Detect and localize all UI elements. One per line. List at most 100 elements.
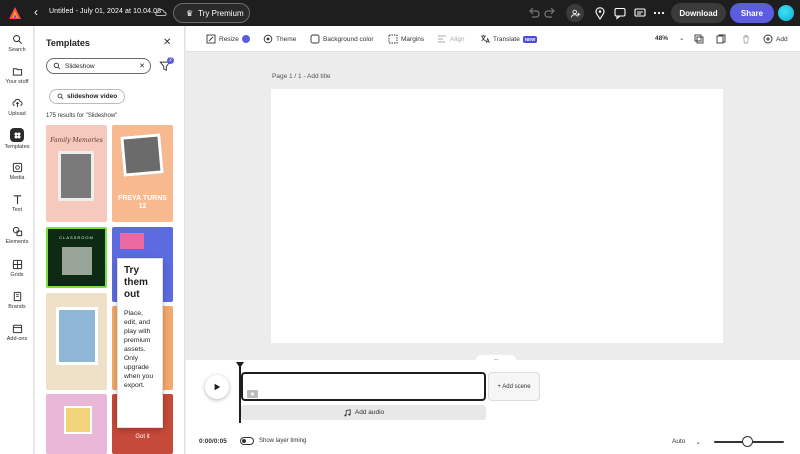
rail-label-elements: Elements bbox=[5, 239, 29, 245]
add-audio-label: Add audio bbox=[354, 409, 385, 416]
resize-label: Resize bbox=[219, 35, 239, 43]
resize-button[interactable]: Resize bbox=[206, 34, 250, 44]
templates-icon bbox=[14, 132, 20, 138]
grids-icon bbox=[12, 259, 22, 270]
template-thumb[interactable]: FREYA TURNS 12 bbox=[112, 125, 173, 222]
music-note-icon bbox=[344, 408, 351, 416]
filter-count-badge: 2 bbox=[167, 57, 174, 64]
duplicate-icon[interactable] bbox=[716, 34, 726, 44]
align-label: Align bbox=[450, 35, 465, 43]
clear-search-icon[interactable]: ✕ bbox=[139, 62, 145, 70]
theme-label: Theme bbox=[276, 35, 297, 43]
rail-label-grids: Grids bbox=[10, 272, 24, 278]
rail-item-media[interactable]: Media bbox=[0, 162, 34, 181]
more-options-icon[interactable] bbox=[652, 6, 666, 20]
classroom-photo bbox=[62, 247, 92, 275]
document-title[interactable]: Untitled - July 01, 2024 at 10.04.08 bbox=[49, 8, 161, 15]
location-pin-icon[interactable] bbox=[593, 6, 607, 21]
new-badge: NEW bbox=[522, 35, 538, 43]
translate-label: Translate bbox=[493, 35, 520, 43]
scene-clip[interactable]: ▣ bbox=[241, 372, 486, 401]
show-layer-timing-label: Show layer timing bbox=[259, 438, 307, 444]
crown-icon: ♛ bbox=[186, 8, 194, 18]
template-thumb[interactable]: CLASSROOM bbox=[46, 227, 107, 288]
zoom-auto-select[interactable]: Auto ⌄ bbox=[672, 438, 701, 446]
media-icon bbox=[12, 162, 22, 173]
plus-circle-icon bbox=[763, 34, 773, 44]
zoom-select[interactable]: 48% ⌄ bbox=[655, 34, 684, 43]
tooltip-title: Try them out bbox=[124, 265, 148, 300]
tooltip-body: Place, edit, and play with premium asset… bbox=[124, 310, 154, 389]
rail-item-your-stuff[interactable]: Your stuff bbox=[0, 66, 34, 85]
rail-item-search[interactable]: Search bbox=[0, 34, 34, 53]
template-thumb-title: Family Memories bbox=[50, 137, 103, 144]
suggestion-chip[interactable]: slideshow video bbox=[49, 89, 126, 104]
upload-icon bbox=[11, 98, 23, 108]
rail-item-brands[interactable]: Brands bbox=[0, 291, 34, 310]
user-avatar[interactable] bbox=[778, 5, 794, 21]
add-page-button[interactable]: Add bbox=[763, 34, 788, 44]
background-color-button[interactable]: Background color bbox=[310, 34, 374, 44]
left-rail: Search Your stuff Upload Templates Media… bbox=[0, 26, 34, 454]
align-button[interactable]: Align bbox=[437, 34, 464, 44]
group-photo bbox=[120, 133, 164, 177]
add-scene-button[interactable]: + Add scene bbox=[488, 372, 540, 401]
try-premium-label: Try Premium bbox=[198, 8, 244, 18]
rail-label-add-ons: Add-ons bbox=[6, 336, 28, 342]
rail-label-brands: Brands bbox=[8, 304, 26, 310]
results-count: 175 results for "Slideshow" bbox=[46, 113, 118, 119]
rail-label-search: Search bbox=[8, 47, 26, 53]
translate-icon bbox=[481, 35, 490, 44]
back-chevron-icon[interactable]: ‹ bbox=[34, 5, 38, 19]
undo-icon[interactable] bbox=[527, 6, 541, 20]
template-thumb[interactable]: Family Memories bbox=[46, 125, 107, 222]
search-icon bbox=[12, 35, 22, 44]
cloud-sync-icon[interactable] bbox=[155, 6, 167, 18]
background-color-label: Background color bbox=[323, 35, 374, 43]
rail-label-templates: Templates bbox=[4, 144, 30, 150]
invite-user-icon[interactable] bbox=[566, 4, 584, 22]
rail-label-media: Media bbox=[9, 175, 25, 181]
template-thumb[interactable] bbox=[46, 293, 107, 390]
rail-item-templates[interactable]: Templates bbox=[0, 128, 34, 150]
delete-icon[interactable] bbox=[741, 34, 751, 44]
theme-button[interactable]: Theme bbox=[263, 34, 296, 44]
chat-icon[interactable] bbox=[633, 6, 647, 20]
templates-panel: Templates ✕ Slideshow ✕ 2 slideshow vide… bbox=[35, 26, 185, 454]
search-icon bbox=[53, 62, 61, 70]
search-input[interactable]: Slideshow ✕ bbox=[46, 58, 151, 74]
add-audio-button[interactable]: Add audio bbox=[241, 405, 486, 420]
rail-item-grids[interactable]: Grids bbox=[0, 259, 34, 278]
redo-icon[interactable] bbox=[543, 6, 557, 20]
suggestion-chip-label: slideshow video bbox=[67, 93, 118, 100]
play-button[interactable] bbox=[205, 375, 229, 399]
copy-page-icon[interactable] bbox=[694, 34, 704, 44]
adobe-express-logo[interactable] bbox=[8, 6, 22, 20]
close-icon[interactable]: ✕ bbox=[163, 37, 171, 48]
show-layer-timing-toggle[interactable] bbox=[240, 437, 254, 445]
editor-toolbar: Resize Theme Background color Margins Al… bbox=[186, 26, 800, 52]
rail-label-your-stuff: Your stuff bbox=[5, 79, 29, 85]
rail-item-elements[interactable]: Elements bbox=[0, 226, 34, 245]
rail-item-upload[interactable]: Upload bbox=[0, 98, 34, 117]
share-button[interactable]: Share bbox=[730, 3, 774, 23]
page-label[interactable]: Page 1 / 1 - Add title bbox=[272, 73, 331, 80]
comment-icon[interactable] bbox=[613, 6, 627, 20]
try-premium-button[interactable]: ♛ Try Premium bbox=[173, 3, 250, 23]
premium-tooltip: Try them out Place, edit, and play with … bbox=[117, 258, 163, 428]
zoom-value: 48% bbox=[655, 34, 669, 42]
translate-button[interactable]: Translate NEW bbox=[480, 34, 538, 44]
design-page[interactable] bbox=[271, 89, 723, 343]
download-button[interactable]: Download bbox=[671, 3, 726, 23]
templates-icon-box bbox=[10, 128, 24, 142]
panel-title: Templates bbox=[46, 38, 90, 48]
margins-button[interactable]: Margins bbox=[388, 34, 424, 44]
rail-item-add-ons[interactable]: Add-ons bbox=[0, 323, 34, 342]
timeline: ▣ + Add scene Add audio 0:00/0:05 Show l… bbox=[186, 360, 800, 454]
playback-time: 0:00/0:05 bbox=[199, 438, 227, 445]
slider-knob[interactable] bbox=[742, 436, 753, 447]
rail-label-text: Text bbox=[11, 207, 23, 213]
auto-label: Auto bbox=[672, 438, 686, 445]
rail-item-text[interactable]: Text bbox=[0, 194, 34, 213]
template-thumb[interactable] bbox=[46, 394, 107, 454]
